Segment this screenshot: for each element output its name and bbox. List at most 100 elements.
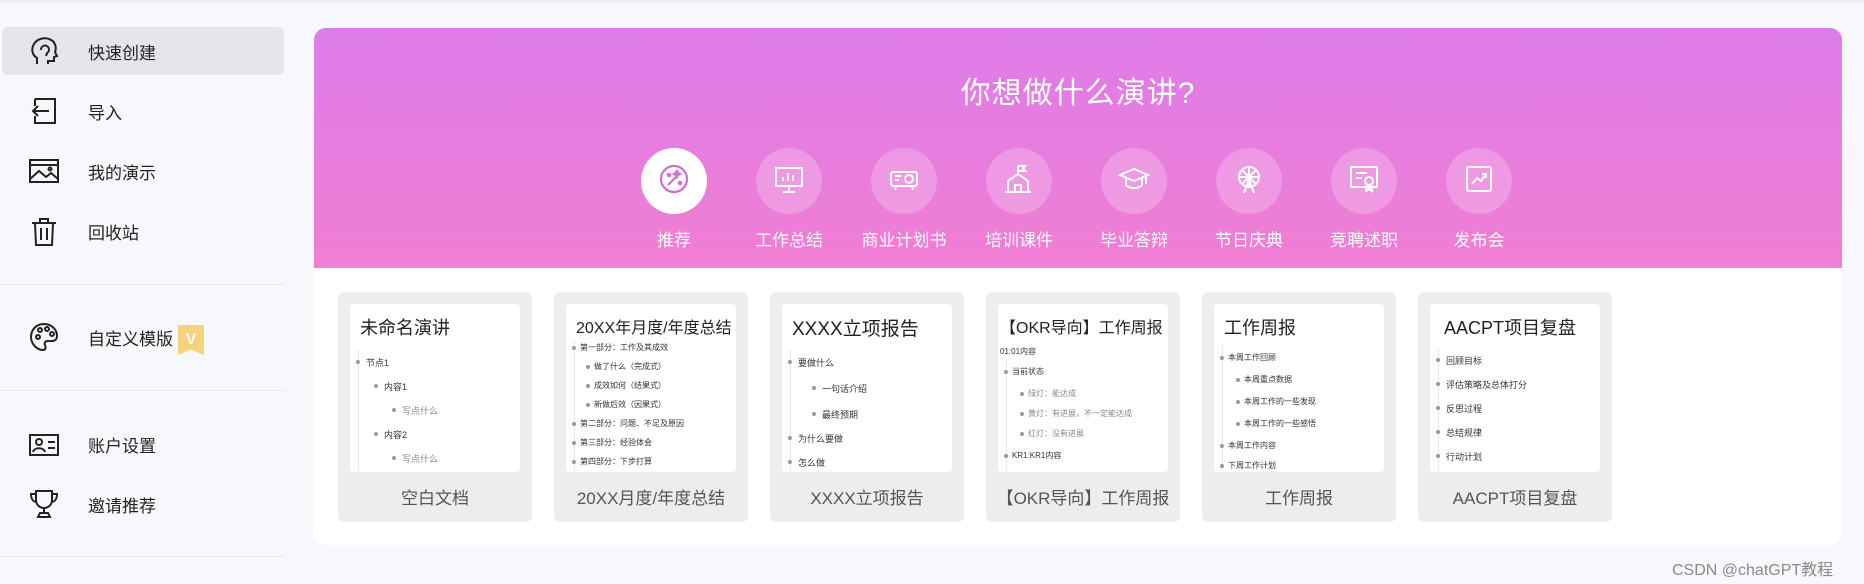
outline-line: 总结规律 <box>1446 428 1483 438</box>
sidebar-item-label: 回收站 <box>88 223 139 243</box>
trend-icon <box>1462 162 1496 201</box>
category-graduation-defense[interactable]: 毕业答辩 <box>1079 148 1189 258</box>
outline-line: 第一部分：工作及其成效 <box>580 343 668 352</box>
outline-line: 行动计划 <box>1446 452 1483 462</box>
certificate-icon <box>1347 162 1381 201</box>
presentations-icon <box>26 153 62 189</box>
category-label: 毕业答辩 <box>1100 231 1168 250</box>
thumbnail-title: 【OKR导向】工作周报 <box>1000 320 1163 337</box>
outline-line: 第二部分：问题、不足及原因 <box>580 419 684 428</box>
sidebar-item-account-settings[interactable]: 账户设置 <box>2 420 284 468</box>
sidebar-item-my-presentations[interactable]: 我的演示 <box>2 147 284 195</box>
outline-line: 黄灯：有进展，不一定能达成 <box>1028 409 1132 418</box>
outline-line: KR1:KR1内容 <box>1012 451 1062 460</box>
trash-icon <box>26 213 62 249</box>
category-competition[interactable]: 竞聘述职 <box>1309 148 1419 258</box>
category-training[interactable]: 培训课件 <box>964 148 1074 258</box>
graduation-cap-icon <box>1117 162 1151 201</box>
category-label: 推荐 <box>657 231 691 250</box>
outline-line: 写点什么 <box>402 406 439 416</box>
template-name: XXXX立项报告 <box>810 489 924 508</box>
sidebar-item-trash[interactable]: 回收站 <box>2 207 284 255</box>
sidebar: 快速创建 导入 我的演示 回收站 自定义模版 V 账户设置 邀请推荐 <box>0 0 290 584</box>
ferris-wheel-icon <box>1232 162 1266 201</box>
outline-line: 成效如何（结果式） <box>594 381 666 390</box>
template-thumbnail: AACPT项目复盘 回顾目标 评估策略及总体打分 反思过程 总结规律 行动计划 <box>1430 304 1600 472</box>
school-icon <box>1002 162 1036 201</box>
category-business-plan[interactable]: 商业计划书 <box>849 148 959 258</box>
trophy-icon <box>26 486 62 522</box>
template-card-summary[interactable]: 20XX年月度/年度总结 第一部分：工作及其成效 做了什么（完成式） 成效如何（… <box>554 292 748 522</box>
palette-icon <box>26 319 62 355</box>
outline-line: 新做后效（因果式） <box>594 400 666 409</box>
sidebar-divider <box>0 284 284 285</box>
outline-line: 本周工作内容 <box>1228 441 1276 450</box>
category-label: 竞聘述职 <box>1330 231 1398 250</box>
template-card-weekly[interactable]: 工作周报 本周工作回顾 本周重点数据 本周工作的一些发现 本周工作的一些感悟 本… <box>1202 292 1396 522</box>
main-panel: 你想做什么演讲? 推荐 工作总结 商业计划书 培训课件 毕业答辩 节日庆典 竞聘… <box>314 28 1842 545</box>
outline-line: 最终预期 <box>822 410 859 420</box>
outline-line: 01:01内容 <box>1000 347 1037 356</box>
outline-line: 红灯：没有进展 <box>1028 429 1084 438</box>
template-card-blank[interactable]: 未命名演讲 节点1 内容1 写点什么 内容2 写点什么 空白文档 <box>338 292 532 522</box>
category-recommend[interactable]: 推荐 <box>619 148 729 258</box>
outline-line: 本周工作的一些发现 <box>1244 397 1316 406</box>
outline-line: 写点什么 <box>402 454 439 464</box>
template-thumbnail: 20XX年月度/年度总结 第一部分：工作及其成效 做了什么（完成式） 成效如何（… <box>566 304 736 472</box>
recommend-icon <box>657 162 691 201</box>
sidebar-item-label: 导入 <box>88 103 122 123</box>
thumbnail-title: AACPT项目复盘 <box>1444 318 1577 338</box>
sidebar-item-invite[interactable]: 邀请推荐 <box>2 480 284 528</box>
category-work-summary[interactable]: 工作总结 <box>734 148 844 258</box>
outline-line: 评估策略及总体打分 <box>1446 380 1528 390</box>
outline-line: 为什么要做 <box>798 434 844 444</box>
vip-badge: V <box>178 325 204 355</box>
template-thumbnail: 工作周报 本周工作回顾 本周重点数据 本周工作的一些发现 本周工作的一些感悟 本… <box>1214 304 1384 472</box>
template-name: AACPT项目复盘 <box>1452 489 1578 508</box>
template-card-okr-weekly[interactable]: 【OKR导向】工作周报 01:01内容 当前状态 绿灯：能达成 黄灯：有进展，不… <box>986 292 1180 522</box>
category-label: 发布会 <box>1453 231 1505 250</box>
sidebar-item-label: 我的演示 <box>88 163 156 183</box>
outline-line: 节点1 <box>366 358 390 368</box>
category-label: 培训课件 <box>985 231 1053 250</box>
outline-line: 下周工作计划 <box>1228 461 1276 470</box>
outline-line: 本周重点数据 <box>1244 375 1292 384</box>
sidebar-item-label: 快速创建 <box>88 43 156 63</box>
thumbnail-title: XXXX立项报告 <box>792 319 919 340</box>
sidebar-divider <box>0 556 284 557</box>
outline-line: 要做什么 <box>798 358 835 368</box>
template-card-aacpt[interactable]: AACPT项目复盘 回顾目标 评估策略及总体打分 反思过程 总结规律 行动计划 … <box>1418 292 1612 522</box>
hero-title: 你想做什么演讲? <box>960 77 1196 110</box>
hero-banner: 你想做什么演讲? 推荐 工作总结 商业计划书 培训课件 毕业答辩 节日庆典 竞聘… <box>314 28 1842 268</box>
thumbnail-title: 20XX年月度/年度总结 <box>576 320 732 337</box>
thumbnail-title: 未命名演讲 <box>360 318 450 338</box>
template-thumbnail: 【OKR导向】工作周报 01:01内容 当前状态 绿灯：能达成 黄灯：有进展，不… <box>998 304 1168 472</box>
outline-line: 第四部分：下步打算 <box>580 457 652 466</box>
outline-line: 反思过程 <box>1446 404 1483 414</box>
account-icon <box>26 426 62 462</box>
category-festival[interactable]: 节日庆典 <box>1194 148 1304 258</box>
outline-line: 本周工作的一些感悟 <box>1244 419 1316 428</box>
projector-icon <box>887 162 921 201</box>
template-card-project-report[interactable]: XXXX立项报告 要做什么 一句话介绍 最终预期 为什么要做 怎么做 XXXX立… <box>770 292 964 522</box>
outline-line: 绿灯：能达成 <box>1028 389 1076 398</box>
template-thumbnail: XXXX立项报告 要做什么 一句话介绍 最终预期 为什么要做 怎么做 <box>782 304 952 472</box>
outline-line: 本周工作回顾 <box>1228 353 1276 362</box>
template-thumbnail: 未命名演讲 节点1 内容1 写点什么 内容2 写点什么 <box>350 304 520 472</box>
sidebar-divider <box>0 390 284 391</box>
outline-line: 第三部分：经验体会 <box>580 438 652 447</box>
outline-line: 当前状态 <box>1012 367 1044 376</box>
sidebar-item-import[interactable]: 导入 <box>2 87 284 135</box>
category-launch[interactable]: 发布会 <box>1424 148 1534 258</box>
import-icon <box>26 93 62 129</box>
template-name: 【OKR导向】工作周报 <box>996 489 1170 508</box>
quick-create-icon <box>26 33 62 69</box>
category-label: 工作总结 <box>755 231 823 250</box>
sidebar-item-custom-template[interactable]: 自定义模版 V <box>2 313 284 361</box>
template-name: 工作周报 <box>1265 489 1333 508</box>
template-name: 20XX月度/年度总结 <box>576 489 726 508</box>
outline-line: 怎么做 <box>798 458 826 468</box>
sidebar-item-label: 邀请推荐 <box>88 496 156 516</box>
template-name: 空白文档 <box>401 489 469 508</box>
sidebar-item-quick-create[interactable]: 快速创建 <box>2 27 284 75</box>
